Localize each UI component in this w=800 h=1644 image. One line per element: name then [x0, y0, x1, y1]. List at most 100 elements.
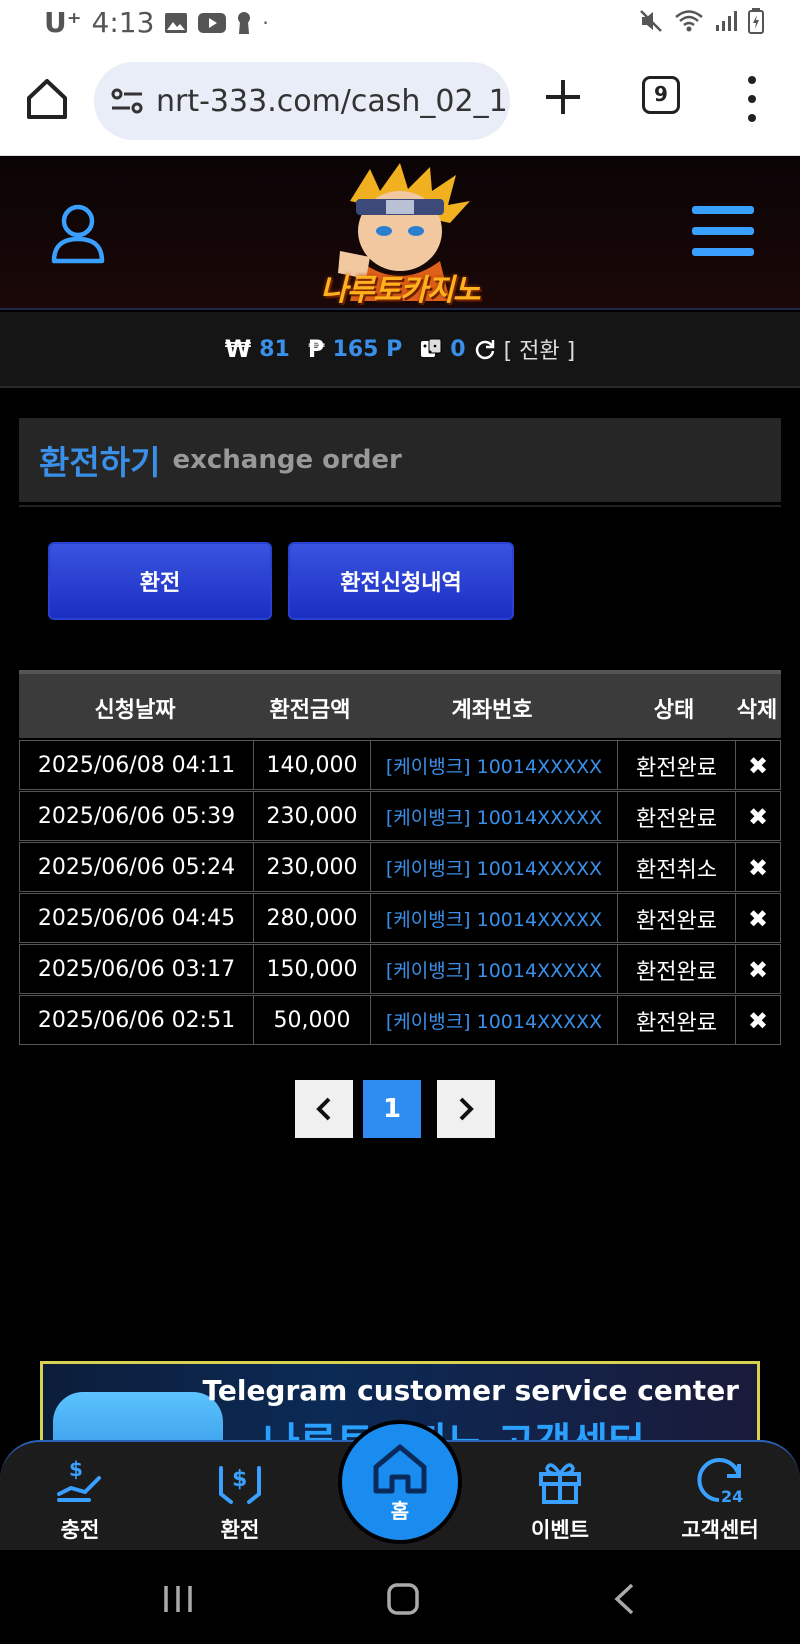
won-balance: ₩ 81 [225, 335, 290, 363]
row-account: [케이뱅크] 10014XXXXX [371, 792, 618, 841]
prev-page-button[interactable] [295, 1080, 353, 1138]
new-tab-icon[interactable] [542, 76, 584, 118]
table-row: 2025/06/06 05:39 230,000 [케이뱅크] 10014XXX… [19, 791, 781, 841]
convert-button[interactable]: [ 전환 ] [504, 333, 576, 365]
notification-dot: · [262, 10, 269, 35]
table-row: 2025/06/08 04:11 140,000 [케이뱅크] 10014XXX… [19, 740, 781, 790]
system-home-icon[interactable] [386, 1582, 420, 1616]
nav-event[interactable]: 이벤트 [500, 1454, 620, 1544]
row-date: 2025/06/06 05:39 [20, 792, 254, 841]
table-row: 2025/06/06 05:24 230,000 [케이뱅크] 10014XXX… [19, 842, 781, 892]
delete-icon[interactable]: ✖ [736, 996, 780, 1045]
row-status: 환전완료 [618, 945, 736, 994]
banner-title: Telegram customer service center [202, 1374, 739, 1407]
row-amount: 230,000 [254, 843, 371, 892]
header-date: 신청날짜 [94, 698, 176, 723]
recent-apps-icon[interactable] [162, 1584, 194, 1614]
page-subtitle: exchange order [172, 445, 402, 475]
carrier-label: U⁺ [44, 6, 82, 39]
banner-subtitle: 나루토카지노 고객센터 [263, 1410, 645, 1441]
svg-text:$: $ [69, 1457, 83, 1481]
exchange-button[interactable]: 환전 [48, 542, 272, 620]
user-icon[interactable] [50, 203, 106, 265]
table-row: 2025/06/06 04:45 280,000 [케이뱅크] 10014XXX… [19, 893, 781, 943]
back-icon[interactable] [612, 1582, 636, 1616]
system-nav-bar [0, 1550, 800, 1644]
delete-icon[interactable]: ✖ [736, 741, 780, 790]
tab-switcher-button[interactable]: 9 [642, 76, 680, 114]
row-date: 2025/06/08 04:11 [20, 741, 254, 790]
chip-value: 0 [450, 336, 466, 362]
nav-support[interactable]: 24 고객센터 [660, 1454, 780, 1544]
gallery-icon [165, 12, 188, 33]
row-account: [케이뱅크] 10014XXXXX [371, 996, 618, 1045]
chevron-right-icon [459, 1097, 474, 1121]
logo-text[interactable]: 나루토카지노 [300, 265, 500, 309]
nav-exchange[interactable]: $ 환전 [180, 1454, 300, 1544]
row-amount: 50,000 [254, 996, 371, 1045]
row-account: [케이뱅크] 10014XXXXX [371, 894, 618, 943]
title-divider [19, 505, 781, 507]
point-balance: ₱ 165 P [308, 335, 402, 363]
nav-charge[interactable]: $ 충전 [20, 1454, 140, 1544]
gift-icon [539, 1463, 581, 1504]
header-delete: 삭제 [736, 698, 778, 723]
row-date: 2025/06/06 02:51 [20, 996, 254, 1045]
support-24-icon: 24 [697, 1458, 743, 1506]
hamburger-menu-icon[interactable] [692, 206, 754, 258]
svg-text:$: $ [232, 1467, 247, 1492]
row-status: 환전완료 [618, 894, 736, 943]
charge-icon: $ [57, 1457, 101, 1502]
battery-icon [748, 8, 764, 34]
nav-event-label: 이벤트 [531, 1518, 589, 1542]
row-date: 2025/06/06 04:45 [20, 894, 254, 943]
delete-icon[interactable]: ✖ [736, 945, 780, 994]
page-title-box: 환전하기 exchange order [19, 418, 781, 502]
chevron-left-icon [316, 1097, 331, 1121]
delete-icon[interactable]: ✖ [736, 792, 780, 841]
browser-menu-icon[interactable] [746, 76, 758, 122]
status-bar: U⁺ 4:13 · [0, 0, 800, 46]
address-bar[interactable]: nrt-333.com/cash_02_1 [94, 62, 510, 140]
header-status: 상태 [653, 698, 695, 723]
point-icon: ₱ [307, 335, 325, 363]
point-value: 165 P [332, 336, 403, 362]
nav-home-label: 홈 [390, 1498, 410, 1523]
page-title: 환전하기 [39, 443, 161, 482]
page-1-button[interactable]: 1 [363, 1080, 421, 1138]
row-amount: 140,000 [254, 741, 371, 790]
exchange-icon: $ [219, 1466, 261, 1504]
refresh-icon[interactable] [474, 338, 496, 360]
chip-balance: 0 [ 전환 ] [420, 333, 575, 365]
telegram-logo-icon [53, 1392, 223, 1441]
browser-home-icon[interactable] [24, 76, 70, 122]
row-account: [케이뱅크] 10014XXXXX [371, 843, 618, 892]
nav-home[interactable]: 홈 [338, 1420, 462, 1544]
next-page-button[interactable] [437, 1080, 495, 1138]
dice-icon [421, 338, 442, 357]
home-icon [373, 1444, 427, 1493]
wifi-icon [675, 10, 703, 32]
nav-exchange-label: 환전 [220, 1518, 260, 1542]
row-amount: 230,000 [254, 792, 371, 841]
browser-toolbar: nrt-333.com/cash_02_1 9 [0, 46, 800, 156]
table-header: 신청날짜 환전금액 계좌번호 상태 삭제 [19, 670, 781, 738]
keyhole-icon [238, 11, 251, 34]
header-account: 계좌번호 [451, 698, 533, 723]
nav-support-label: 고객센터 [681, 1518, 759, 1542]
row-account: [케이뱅크] 10014XXXXX [371, 741, 618, 790]
row-date: 2025/06/06 03:17 [20, 945, 254, 994]
url-text[interactable]: nrt-333.com/cash_02_1 [156, 84, 508, 119]
won-value: 81 [259, 336, 290, 362]
row-status: 환전완료 [618, 792, 736, 841]
exchange-history-button[interactable]: 환전신청내역 [288, 542, 514, 620]
mute-icon [640, 10, 662, 32]
row-status: 환전완료 [618, 996, 736, 1045]
delete-icon[interactable]: ✖ [736, 894, 780, 943]
row-date: 2025/06/06 05:24 [20, 843, 254, 892]
table-row: 2025/06/06 03:17 150,000 [케이뱅크] 10014XXX… [19, 944, 781, 994]
site-settings-icon[interactable] [110, 84, 144, 118]
won-icon: ₩ [224, 335, 252, 363]
delete-icon[interactable]: ✖ [736, 843, 780, 892]
row-amount: 280,000 [254, 894, 371, 943]
